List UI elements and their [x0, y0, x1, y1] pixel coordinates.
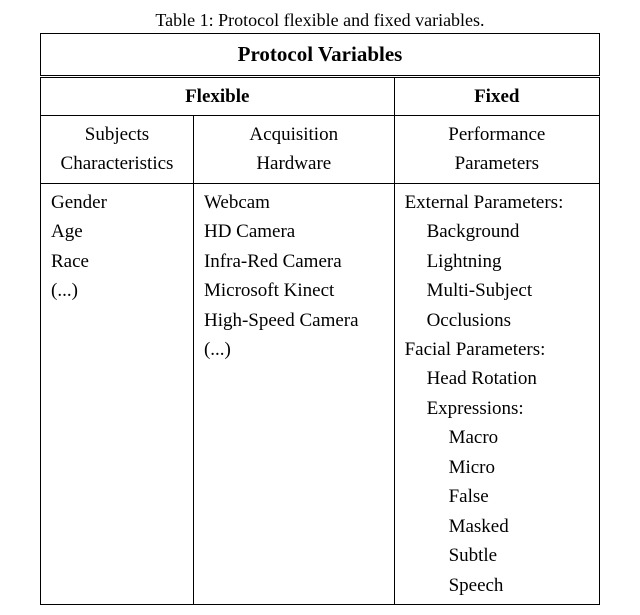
- list-item: Subtle: [405, 541, 589, 570]
- subhead-row: Subjects Characteristics Acquisition Har…: [41, 115, 600, 183]
- subhead-subjects-l2: Characteristics: [51, 149, 183, 178]
- data-row: Gender Age Race (...) Webcam HD Camera I…: [41, 183, 600, 604]
- subhead-subjects-l1: Subjects: [51, 120, 183, 149]
- list-item: Microsoft Kinect: [204, 276, 384, 305]
- list-item: Webcam: [204, 188, 384, 217]
- subhead-perf-l2: Parameters: [405, 149, 589, 178]
- table-title: Protocol Variables: [41, 34, 600, 77]
- list-item: Macro: [405, 423, 589, 452]
- list-item: High-Speed Camera: [204, 306, 384, 335]
- group-header-row: Flexible Fixed: [41, 76, 600, 115]
- list-item: Lightning: [405, 247, 589, 276]
- subhead-acquisition: Acquisition Hardware: [193, 115, 394, 183]
- list-item: Age: [51, 217, 183, 246]
- list-item: Micro: [405, 453, 589, 482]
- table-caption: Table 1: Protocol flexible and fixed var…: [30, 10, 610, 31]
- col-performance-parameters: External Parameters: Background Lightnin…: [394, 183, 599, 604]
- subhead-perf-l1: Performance: [405, 120, 589, 149]
- list-item: Occlusions: [405, 306, 589, 335]
- list-item: (...): [204, 335, 384, 364]
- title-row: Protocol Variables: [41, 34, 600, 77]
- list-item: Head Rotation: [405, 364, 589, 393]
- group-flexible: Flexible: [41, 76, 395, 115]
- list-item: HD Camera: [204, 217, 384, 246]
- list-item: Gender: [51, 188, 183, 217]
- list-item: Expressions:: [405, 394, 589, 423]
- list-item: Multi-Subject: [405, 276, 589, 305]
- col-subjects-characteristics: Gender Age Race (...): [41, 183, 194, 604]
- subhead-acq-l2: Hardware: [204, 149, 384, 178]
- subhead-subjects: Subjects Characteristics: [41, 115, 194, 183]
- list-item: Infra-Red Camera: [204, 247, 384, 276]
- list-item: Masked: [405, 512, 589, 541]
- subhead-performance: Performance Parameters: [394, 115, 599, 183]
- list-item: (...): [51, 276, 183, 305]
- group-fixed: Fixed: [394, 76, 599, 115]
- list-item: Race: [51, 247, 183, 276]
- protocol-table: Protocol Variables Flexible Fixed Subjec…: [40, 33, 600, 605]
- subhead-acq-l1: Acquisition: [204, 120, 384, 149]
- list-item: Facial Parameters:: [405, 335, 589, 364]
- list-item: Speech: [405, 571, 589, 600]
- col-acquisition-hardware: Webcam HD Camera Infra-Red Camera Micros…: [193, 183, 394, 604]
- list-item: External Parameters:: [405, 188, 589, 217]
- list-item: Background: [405, 217, 589, 246]
- list-item: False: [405, 482, 589, 511]
